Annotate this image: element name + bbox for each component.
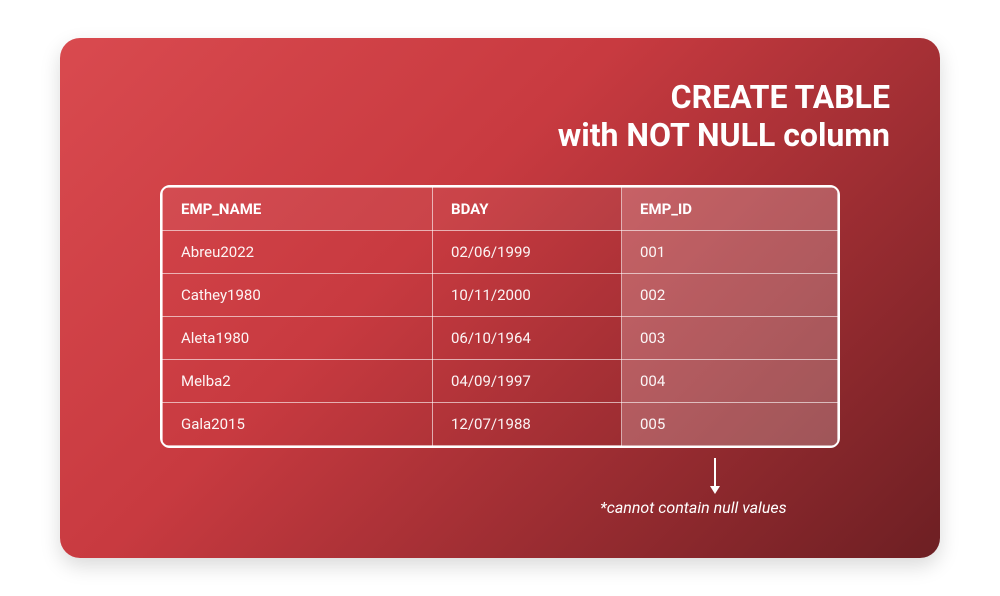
table-row: Gala2015 12/07/1988 005 [163, 402, 838, 445]
cell-name: Cathey1980 [163, 273, 433, 316]
table-header-row: EMP_NAME BDAY EMP_ID [163, 187, 838, 230]
col-header-name: EMP_NAME [163, 187, 433, 230]
arrow [710, 458, 720, 494]
cell-id: 005 [622, 402, 838, 445]
cell-id: 001 [622, 230, 838, 273]
cell-bday: 06/10/1964 [433, 316, 622, 359]
title-line1: CREATE TABLE [671, 78, 890, 116]
arrow-line [714, 458, 716, 486]
cell-bday: 10/11/2000 [433, 273, 622, 316]
cell-name: Melba2 [163, 359, 433, 402]
footnote: *cannot contain null values [600, 498, 787, 517]
table-row: Melba2 04/09/1997 004 [163, 359, 838, 402]
col-header-bday: BDAY [433, 187, 622, 230]
table-row: Aleta1980 06/10/1964 003 [163, 316, 838, 359]
arrow-down-icon [710, 486, 720, 494]
cell-bday: 02/06/1999 [433, 230, 622, 273]
cell-name: Abreu2022 [163, 230, 433, 273]
table-wrap: EMP_NAME BDAY EMP_ID Abreu2022 02/06/199… [160, 185, 840, 448]
cell-id: 003 [622, 316, 838, 359]
cell-name: Gala2015 [163, 402, 433, 445]
cell-id: 004 [622, 359, 838, 402]
employee-table: EMP_NAME BDAY EMP_ID Abreu2022 02/06/199… [162, 187, 838, 446]
title: CREATE TABLE with NOT NULL column [110, 78, 890, 155]
col-header-id: EMP_ID [622, 187, 838, 230]
cell-name: Aleta1980 [163, 316, 433, 359]
title-line2: with NOT NULL column [558, 116, 890, 154]
diagram-card: CREATE TABLE with NOT NULL column EMP_NA… [60, 38, 940, 558]
table-row: Abreu2022 02/06/1999 001 [163, 230, 838, 273]
cell-id: 002 [622, 273, 838, 316]
cell-bday: 12/07/1988 [433, 402, 622, 445]
table-row: Cathey1980 10/11/2000 002 [163, 273, 838, 316]
cell-bday: 04/09/1997 [433, 359, 622, 402]
